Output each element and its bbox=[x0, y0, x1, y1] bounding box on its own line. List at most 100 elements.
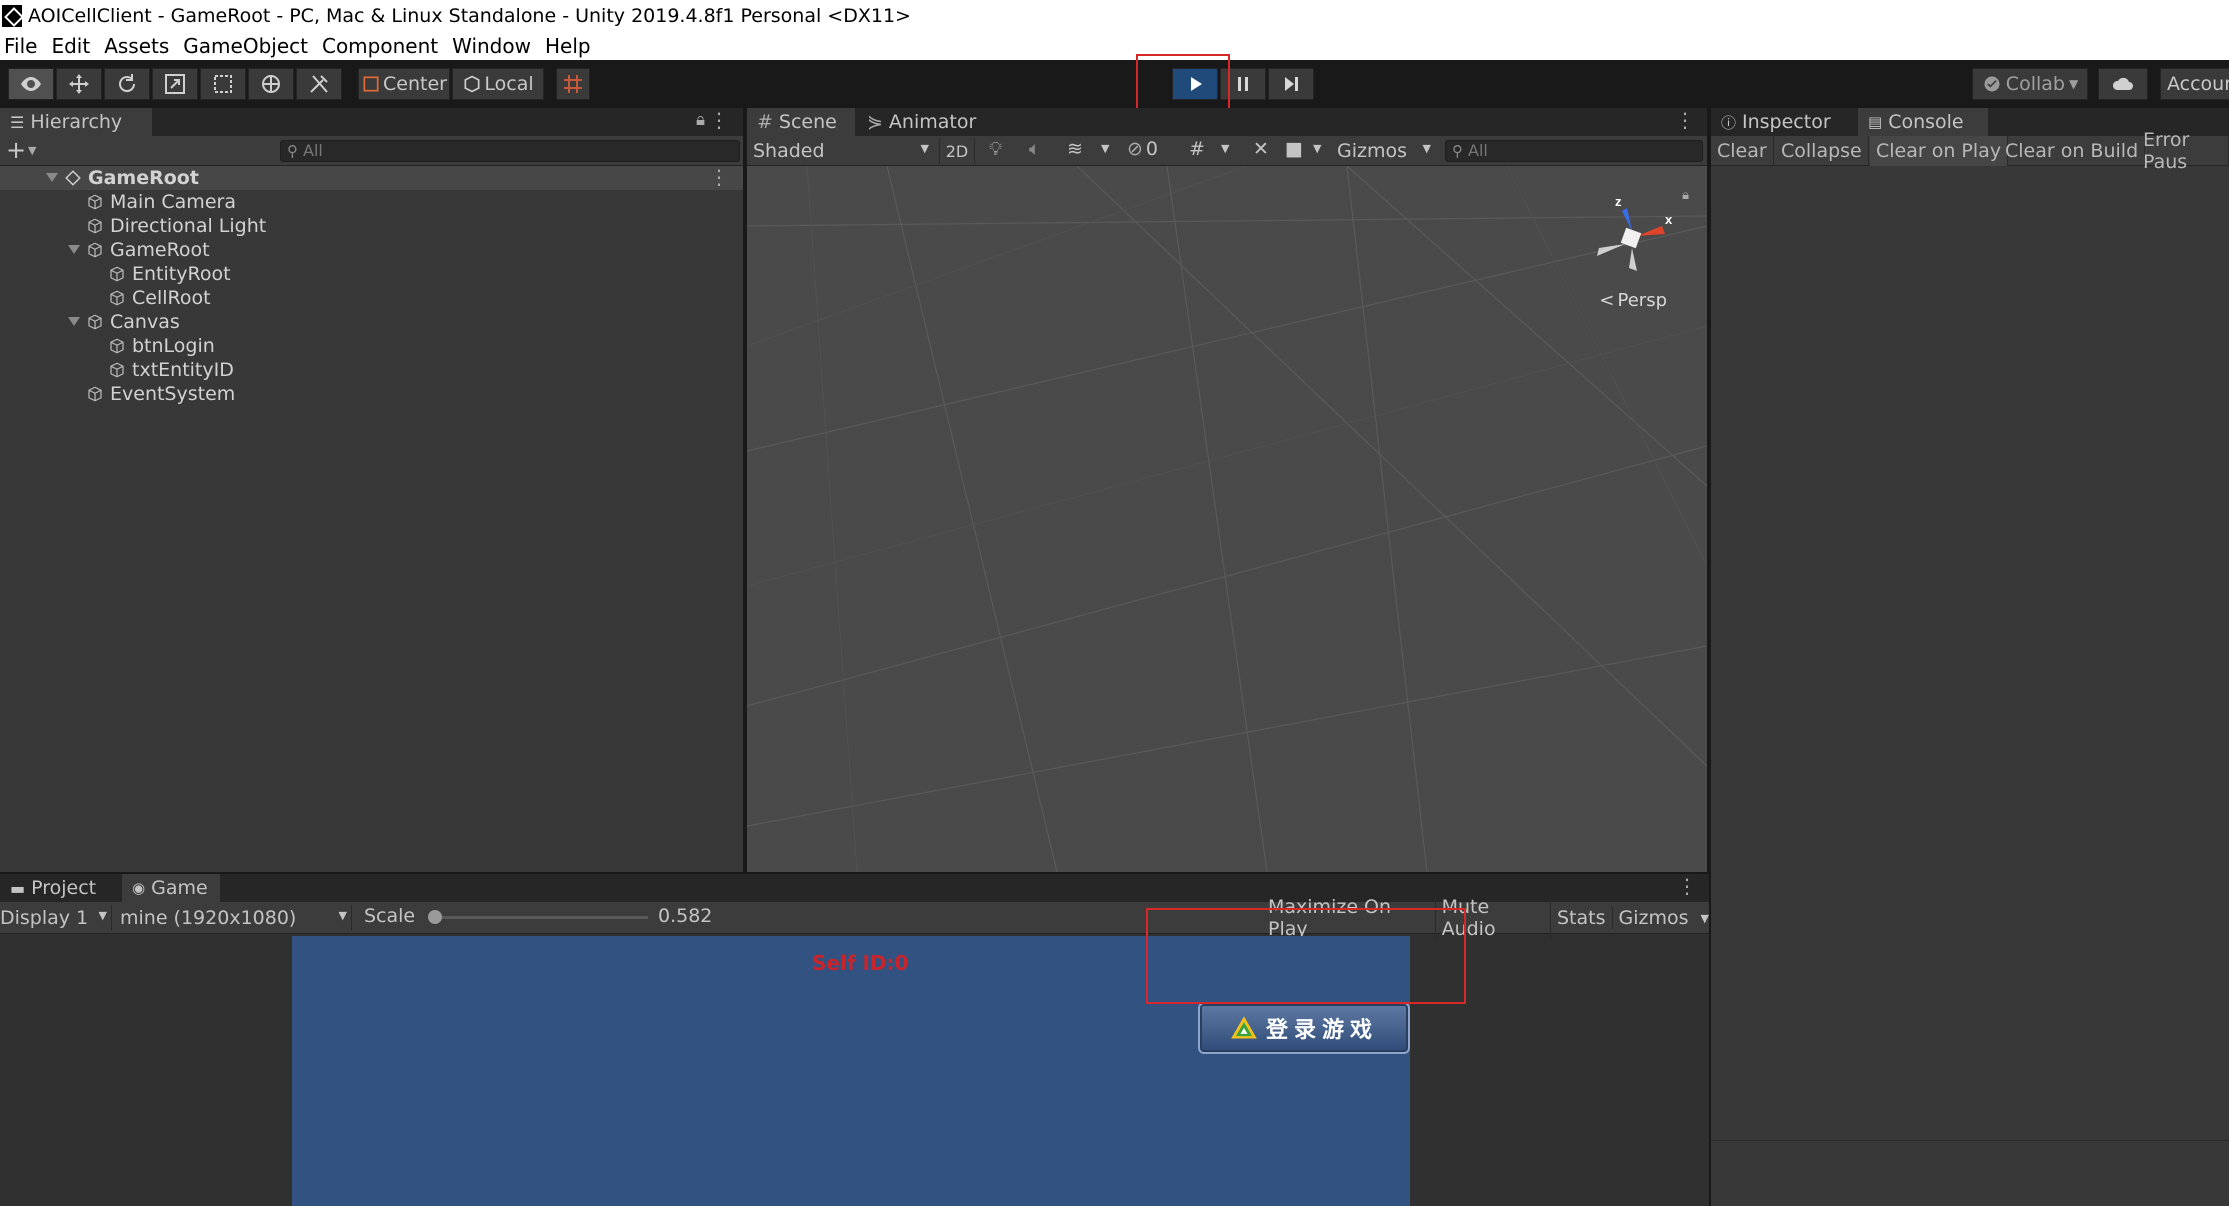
rect-tool-button[interactable] bbox=[200, 68, 246, 100]
hidden-objects-toggle[interactable]: ⊘ 0 bbox=[1127, 138, 1158, 160]
login-game-button[interactable]: 登录游戏 bbox=[1198, 1002, 1410, 1054]
kebab-menu-icon[interactable]: ⋮ bbox=[1675, 108, 1695, 132]
grid-toggle-icon[interactable]: # bbox=[1189, 138, 1205, 160]
collapse-label: Collapse bbox=[1781, 140, 1862, 162]
menu-gameobject[interactable]: GameObject bbox=[183, 34, 308, 58]
expand-arrow-icon[interactable] bbox=[68, 317, 80, 326]
projection-toggle[interactable]: < Persp bbox=[1599, 290, 1667, 311]
menu-edit[interactable]: Edit bbox=[51, 34, 90, 58]
scene-viewport[interactable]: z x 🔒︎ < Persp bbox=[747, 166, 1707, 872]
gizmos-dropdown[interactable]: Gizmos ▼ bbox=[1337, 138, 1435, 164]
toggle-2d-button[interactable]: 2D bbox=[939, 138, 975, 164]
hierarchy-row[interactable]: txtEntityID bbox=[0, 358, 743, 382]
transform-tool-button[interactable] bbox=[248, 68, 294, 100]
expand-arrow-icon[interactable] bbox=[46, 173, 58, 182]
tab-animator-label: Animator bbox=[888, 111, 977, 133]
hierarchy-row[interactable]: Directional Light bbox=[0, 214, 743, 238]
stats-toggle[interactable]: Stats bbox=[1551, 907, 1613, 929]
add-dropdown-chevron-icon[interactable]: ▼ bbox=[28, 144, 36, 157]
chevron-down-icon[interactable]: ▼ bbox=[1701, 912, 1709, 925]
console-clear-on-build-button[interactable]: Clear on Build bbox=[1999, 136, 2146, 166]
chevron-down-icon[interactable]: ▼ bbox=[1313, 142, 1321, 155]
step-button[interactable] bbox=[1268, 68, 1314, 100]
menu-file[interactable]: File bbox=[4, 34, 37, 58]
gizmo-lock-icon[interactable]: 🔒︎ bbox=[1682, 188, 1689, 203]
hierarchy-row[interactable]: Main Camera bbox=[0, 190, 743, 214]
clear-on-build-label: Clear on Build bbox=[2005, 140, 2139, 162]
custom-tool-button[interactable] bbox=[296, 68, 342, 100]
hierarchy-item-label: EntityRoot bbox=[132, 263, 231, 285]
eye-icon bbox=[21, 77, 41, 91]
grid-icon bbox=[564, 75, 582, 93]
tools-icon[interactable]: ✕ bbox=[1253, 138, 1269, 160]
local-label: Local bbox=[484, 73, 534, 95]
clear-on-play-label: Clear on Play bbox=[1876, 140, 2002, 162]
grid-hash-icon: # bbox=[757, 111, 773, 133]
account-button[interactable]: Accour bbox=[2160, 68, 2229, 100]
menu-bar: File Edit Assets GameObject Component Wi… bbox=[0, 31, 2229, 60]
shading-mode-dropdown[interactable]: Shaded ▼ bbox=[753, 138, 933, 164]
hierarchy-row[interactable]: Canvas bbox=[0, 310, 743, 334]
scale-value: 0.582 bbox=[658, 905, 713, 927]
audio-speaker-icon[interactable]: 🔈︎ bbox=[1029, 138, 1040, 160]
hierarchy-search-input[interactable]: All bbox=[280, 140, 740, 162]
scale-slider-track[interactable] bbox=[428, 910, 648, 924]
menu-component[interactable]: Component bbox=[322, 34, 438, 58]
tab-console[interactable]: ▤ Console bbox=[1858, 108, 1988, 136]
expand-arrow-icon[interactable] bbox=[68, 245, 80, 254]
camera-icon[interactable]: ■ bbox=[1285, 138, 1303, 160]
scene-orientation-gizmo[interactable]: z x bbox=[1577, 186, 1687, 296]
console-error-pause-button[interactable]: Error Paus bbox=[2137, 129, 2229, 173]
cloud-button[interactable] bbox=[2098, 68, 2148, 100]
scale-tool-button[interactable] bbox=[152, 68, 198, 100]
view-tool-button[interactable] bbox=[8, 68, 54, 100]
kebab-menu-icon[interactable]: ⋮ bbox=[709, 108, 729, 132]
hierarchy-row[interactable]: CellRoot bbox=[0, 286, 743, 310]
hierarchy-item-label: Canvas bbox=[110, 311, 180, 333]
console-collapse-button[interactable]: Collapse bbox=[1775, 136, 1869, 166]
chevron-down-icon[interactable]: ▼ bbox=[1101, 142, 1109, 155]
tab-animator[interactable]: ⋟ Animator bbox=[857, 108, 986, 136]
menu-help[interactable]: Help bbox=[545, 34, 591, 58]
scene-search-input[interactable]: All bbox=[1445, 140, 1703, 162]
tab-inspector[interactable]: ⓘ Inspector bbox=[1711, 108, 1856, 136]
gamepad-icon: ◉ bbox=[132, 879, 146, 897]
add-icon[interactable]: + bbox=[6, 136, 26, 164]
cloud-icon bbox=[2112, 77, 2133, 90]
move-tool-button[interactable] bbox=[56, 68, 102, 100]
game-gizmos-toggle[interactable]: Gizmos bbox=[1613, 907, 1695, 929]
lock-icon[interactable]: 🔒︎ bbox=[696, 110, 705, 130]
gameobject-cube-icon bbox=[88, 242, 102, 258]
kebab-menu-icon[interactable]: ⋮ bbox=[1677, 874, 1697, 898]
resolution-dropdown[interactable]: mine (1920x1080) ▼ bbox=[120, 905, 352, 931]
lighting-bulb-icon[interactable]: 💡︎ bbox=[989, 138, 1002, 160]
resolution-label: mine (1920x1080) bbox=[120, 907, 297, 929]
display-dropdown[interactable]: Display 1 ▼ bbox=[0, 905, 112, 931]
hierarchy-item-label: Main Camera bbox=[110, 191, 236, 213]
grid-snap-button[interactable] bbox=[556, 68, 590, 100]
rect-tool-icon bbox=[214, 75, 232, 93]
menu-assets[interactable]: Assets bbox=[104, 34, 169, 58]
hierarchy-item-label: Directional Light bbox=[110, 215, 267, 237]
hierarchy-row[interactable]: GameRoot bbox=[0, 238, 743, 262]
effects-layers-icon[interactable]: ≋ bbox=[1067, 138, 1083, 160]
tab-project[interactable]: ▬ Project bbox=[0, 874, 120, 902]
hierarchy-row[interactable]: EntityRoot bbox=[0, 262, 743, 286]
kebab-menu-icon[interactable]: ⋮ bbox=[709, 165, 729, 189]
hierarchy-row[interactable]: EventSystem bbox=[0, 382, 743, 406]
hierarchy-row-scene[interactable]: GameRoot ⋮ bbox=[0, 165, 743, 190]
pivot-local-button[interactable]: Local bbox=[452, 68, 544, 100]
chevron-down-icon[interactable]: ▼ bbox=[1221, 142, 1229, 155]
tab-scene[interactable]: # Scene bbox=[747, 108, 855, 136]
menu-window[interactable]: Window bbox=[452, 34, 531, 58]
pivot-center-button[interactable]: Center bbox=[358, 68, 450, 100]
collab-button[interactable]: Collab ▼ bbox=[1972, 68, 2088, 100]
console-clear-button[interactable]: Clear bbox=[1711, 136, 1774, 166]
tab-game[interactable]: ◉ Game bbox=[122, 874, 220, 902]
step-icon bbox=[1285, 77, 1298, 91]
rotate-tool-button[interactable] bbox=[104, 68, 150, 100]
scale-slider-thumb[interactable] bbox=[428, 910, 442, 924]
console-clear-on-play-button[interactable]: Clear on Play bbox=[1870, 136, 2009, 166]
hierarchy-row[interactable]: btnLogin bbox=[0, 334, 743, 358]
tab-hierarchy[interactable]: ☰ Hierarchy bbox=[0, 108, 152, 136]
